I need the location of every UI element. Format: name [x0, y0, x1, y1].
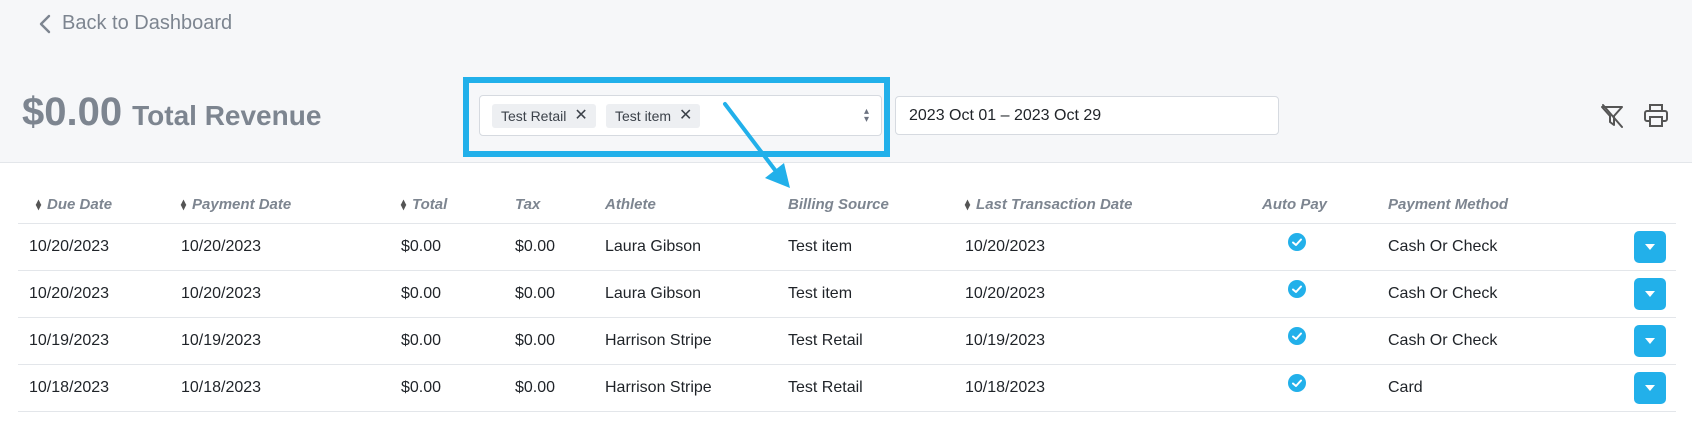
- check-circle-icon: [1288, 327, 1306, 345]
- auto-pay-cell: [1262, 364, 1388, 412]
- total-revenue-amount: $0.00: [22, 90, 123, 134]
- table-row[interactable]: 10/19/2023 10/19/2023 $0.00 $0.00 Harris…: [18, 317, 1676, 365]
- athlete-cell: Laura Gibson: [605, 270, 788, 318]
- tax-cell: $0.00: [515, 270, 605, 318]
- auto-pay-cell: [1262, 270, 1388, 318]
- total-revenue-label: Total Revenue: [132, 100, 322, 131]
- due-date-cell: 10/20/2023: [18, 223, 181, 271]
- row-actions-button[interactable]: [1634, 230, 1666, 263]
- column-auto-pay: Auto Pay: [1262, 187, 1388, 224]
- payment-method-cell: Cash Or Check: [1388, 223, 1618, 271]
- column-payment-date[interactable]: ▴ ▾ Payment Date: [181, 187, 395, 224]
- check-circle-icon: [1288, 374, 1306, 392]
- total-cell: $0.00: [395, 364, 515, 412]
- sort-icon: ▴ ▾: [36, 197, 42, 214]
- filter-tag: Test Retail ✕: [492, 104, 596, 128]
- column-due-date[interactable]: ▴ ▾ Due Date: [18, 187, 181, 224]
- tax-cell: $0.00: [515, 364, 605, 412]
- athlete-cell: Harrison Stripe: [605, 317, 788, 365]
- total-cell: $0.00: [395, 223, 515, 271]
- payment-date-cell: 10/20/2023: [181, 223, 395, 271]
- column-tax: Tax: [515, 187, 605, 224]
- athlete-cell: Harrison Stripe: [605, 364, 788, 412]
- date-range-input[interactable]: [895, 96, 1279, 135]
- row-actions-button[interactable]: [1634, 371, 1666, 404]
- due-date-cell: 10/19/2023: [18, 317, 181, 365]
- caret-down-icon: [1645, 384, 1655, 391]
- table-row[interactable]: 10/20/2023 10/20/2023 $0.00 $0.00 Laura …: [18, 223, 1676, 271]
- filter-tag-label: Test Retail: [501, 108, 567, 124]
- total-revenue-summary: $0.00 Total Revenue: [22, 90, 321, 135]
- filter-off-icon[interactable]: [1598, 102, 1626, 130]
- due-date-cell: 10/18/2023: [18, 364, 181, 412]
- tax-cell: $0.00: [515, 317, 605, 365]
- column-payment-method: Payment Method: [1388, 187, 1618, 224]
- caret-down-icon: [1645, 243, 1655, 250]
- last-transaction-cell: 10/19/2023: [965, 317, 1262, 365]
- actions-cell: [1618, 317, 1676, 365]
- sort-icon: ▴ ▾: [401, 197, 407, 214]
- actions-cell: [1618, 364, 1676, 412]
- total-cell: $0.00: [395, 317, 515, 365]
- close-icon[interactable]: ✕: [574, 108, 587, 124]
- check-circle-icon: [1288, 233, 1306, 251]
- last-transaction-cell: 10/20/2023: [965, 270, 1262, 318]
- payment-date-cell: 10/20/2023: [181, 270, 395, 318]
- row-actions-button[interactable]: [1634, 277, 1666, 310]
- payment-method-cell: Card: [1388, 364, 1618, 412]
- actions-cell: [1618, 270, 1676, 318]
- close-icon[interactable]: ✕: [679, 108, 692, 124]
- table-row[interactable]: 10/20/2023 10/20/2023 $0.00 $0.00 Laura …: [18, 270, 1676, 318]
- athlete-cell: Laura Gibson: [605, 223, 788, 271]
- payment-date-cell: 10/19/2023: [181, 317, 395, 365]
- column-last-transaction-date[interactable]: ▴ ▾ Last Transaction Date: [965, 187, 1262, 224]
- auto-pay-cell: [1262, 223, 1388, 271]
- billing-source-multiselect[interactable]: Test Retail ✕ Test item ✕ ▴ ▾: [479, 95, 882, 136]
- due-date-cell: 10/20/2023: [18, 270, 181, 318]
- filter-tag: Test item ✕: [606, 104, 701, 128]
- sort-icon: ▴ ▾: [181, 197, 187, 214]
- caret-down-icon: [1645, 290, 1655, 297]
- chevron-up-down-icon[interactable]: ▴ ▾: [864, 107, 869, 125]
- last-transaction-cell: 10/18/2023: [965, 364, 1262, 412]
- last-transaction-cell: 10/20/2023: [965, 223, 1262, 271]
- back-link-label: Back to Dashboard: [62, 12, 233, 34]
- billing-source-cell: Test item: [788, 270, 965, 318]
- check-circle-icon: [1288, 280, 1306, 298]
- transactions-table: ▴ ▾ Due Date ▴ ▾ Payment Date ▴ ▾ Total Tax At…: [18, 187, 1676, 412]
- filter-tag-label: Test item: [615, 108, 672, 124]
- billing-source-cell: Test item: [788, 223, 965, 271]
- payment-date-cell: 10/18/2023: [181, 364, 395, 412]
- auto-pay-cell: [1262, 317, 1388, 365]
- billing-source-cell: Test Retail: [788, 364, 965, 412]
- tax-cell: $0.00: [515, 223, 605, 271]
- payment-method-cell: Cash Or Check: [1388, 270, 1618, 318]
- column-billing-source: Billing Source: [788, 187, 965, 224]
- back-to-dashboard-link[interactable]: Back to Dashboard: [38, 12, 232, 35]
- actions-cell: [1618, 223, 1676, 271]
- billing-source-cell: Test Retail: [788, 317, 965, 365]
- row-actions-button[interactable]: [1634, 324, 1666, 357]
- column-athlete: Athlete: [605, 187, 788, 224]
- table-header-row: ▴ ▾ Due Date ▴ ▾ Payment Date ▴ ▾ Total Tax At…: [18, 187, 1676, 224]
- total-cell: $0.00: [395, 270, 515, 318]
- page-header: Back to Dashboard $0.00 Total Revenue Te…: [0, 0, 1692, 163]
- column-total[interactable]: ▴ ▾ Total: [395, 187, 515, 224]
- caret-down-icon: [1645, 337, 1655, 344]
- payment-method-cell: Cash Or Check: [1388, 317, 1618, 365]
- column-actions: [1618, 187, 1676, 224]
- printer-icon[interactable]: [1642, 102, 1670, 130]
- chevron-left-icon: [39, 14, 51, 33]
- table-row[interactable]: 10/18/2023 10/18/2023 $0.00 $0.00 Harris…: [18, 364, 1676, 412]
- sort-icon: ▴ ▾: [965, 197, 971, 214]
